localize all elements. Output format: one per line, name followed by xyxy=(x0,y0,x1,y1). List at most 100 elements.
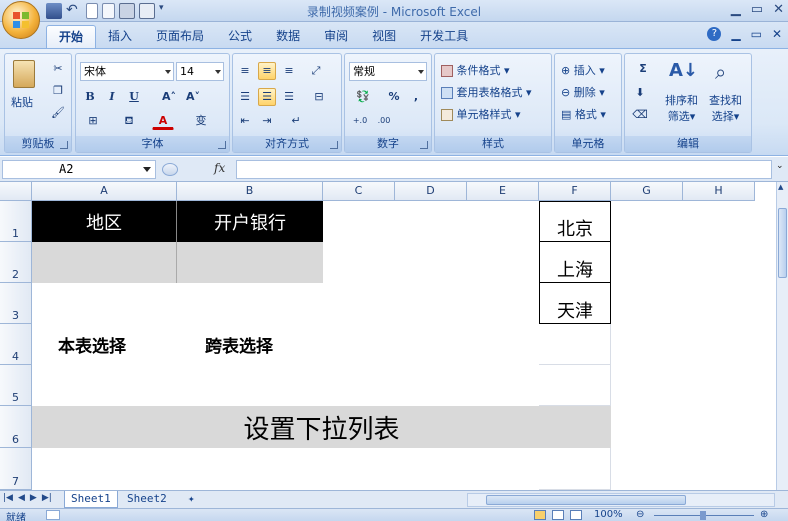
zoom-level[interactable]: 100% xyxy=(594,509,623,520)
row-header-3[interactable]: 3 xyxy=(0,283,32,324)
column-header-D[interactable]: D xyxy=(395,182,467,201)
name-box[interactable]: A2 xyxy=(2,160,156,179)
cut-icon[interactable]: ✂ xyxy=(49,60,67,78)
column-header-B[interactable]: B xyxy=(177,182,323,201)
next-sheet-icon[interactable]: ▶ xyxy=(30,493,37,503)
help-icon[interactable]: ? xyxy=(707,27,722,41)
align-left-icon[interactable]: ☰ xyxy=(236,88,254,106)
macro-record-icon[interactable] xyxy=(46,510,60,520)
row-header-5[interactable]: 5 xyxy=(0,365,32,406)
insert-sheet-icon[interactable]: ✦ xyxy=(182,491,206,508)
zoom-slider-handle[interactable] xyxy=(700,511,706,520)
font-name-combo[interactable]: 宋体 xyxy=(80,62,174,81)
row-header-7[interactable]: 7 xyxy=(0,448,32,490)
cell-B2[interactable] xyxy=(177,242,323,283)
normal-view-icon[interactable] xyxy=(534,510,546,520)
borders-icon[interactable]: ⊞ xyxy=(81,112,105,130)
alignment-launcher-icon[interactable] xyxy=(330,141,338,149)
number-format-combo[interactable]: 常规 xyxy=(349,62,427,81)
page-layout-view-icon[interactable] xyxy=(552,510,564,520)
copy-icon[interactable]: ❐ xyxy=(49,82,67,100)
column-header-F[interactable]: F xyxy=(539,182,611,201)
orientation-icon[interactable]: ⤢ xyxy=(307,62,325,80)
cell-F2[interactable]: 上海 xyxy=(539,242,611,283)
grow-font-button[interactable]: A˄ xyxy=(158,88,180,106)
tab-7[interactable]: 开发工具 xyxy=(408,25,480,48)
tab-3[interactable]: 公式 xyxy=(216,25,264,48)
vertical-scrollbar[interactable]: ▲ xyxy=(776,182,788,490)
scroll-up-icon[interactable]: ▲ xyxy=(778,183,787,193)
cell-A4[interactable]: 本表选择 xyxy=(32,324,177,365)
find-select-icon[interactable]: ⌕ xyxy=(715,60,741,86)
wrap-text-icon[interactable]: ↵ xyxy=(285,112,307,130)
tab-0[interactable]: 开始 xyxy=(46,25,97,48)
close-icon[interactable]: ✕ xyxy=(773,2,784,17)
first-sheet-icon[interactable]: |◀ xyxy=(3,493,13,503)
select-all-corner[interactable] xyxy=(0,182,32,201)
column-header-A[interactable]: A xyxy=(32,182,177,201)
italic-button[interactable]: I xyxy=(103,88,121,106)
horizontal-scroll-thumb[interactable] xyxy=(486,495,686,505)
column-header-H[interactable]: H xyxy=(683,182,755,201)
row-header-4[interactable]: 4 xyxy=(0,324,32,365)
font-color-button[interactable]: A xyxy=(152,112,174,130)
cell-F1[interactable]: 北京 xyxy=(539,201,611,242)
merge-center-icon[interactable]: ⊟ xyxy=(307,88,331,106)
ribbon-close-icon[interactable]: ✕ xyxy=(772,27,782,41)
vertical-scroll-thumb[interactable] xyxy=(778,208,787,278)
autosum-button[interactable]: Σ xyxy=(631,60,655,78)
font-size-combo[interactable]: 14 xyxy=(176,62,224,81)
decrease-indent-icon[interactable]: ⇤ xyxy=(236,112,254,130)
fill-color-icon[interactable]: ⛾ xyxy=(116,112,142,130)
font-launcher-icon[interactable] xyxy=(218,141,226,149)
increase-indent-icon[interactable]: ⇥ xyxy=(258,112,276,130)
formula-expand-icon[interactable]: ⌄ xyxy=(776,161,786,178)
prev-sheet-icon[interactable]: ◀ xyxy=(18,493,25,503)
align-middle-icon[interactable]: ≡ xyxy=(258,62,276,80)
sheet-tab-sheet1[interactable]: Sheet1 xyxy=(64,491,118,508)
formula-input[interactable] xyxy=(236,160,772,179)
horizontal-scrollbar[interactable] xyxy=(467,493,775,507)
row-header-1[interactable]: 1 xyxy=(0,201,32,242)
percent-button[interactable]: % xyxy=(385,88,403,106)
cell-F3[interactable]: 天津 xyxy=(539,283,611,324)
ribbon-minimize-icon[interactable]: ▁ xyxy=(731,27,740,41)
column-header-C[interactable]: C xyxy=(323,182,395,201)
bold-button[interactable]: B xyxy=(81,88,99,106)
align-top-icon[interactable]: ≡ xyxy=(236,62,254,80)
align-bottom-icon[interactable]: ≡ xyxy=(280,62,298,80)
tab-6[interactable]: 视图 xyxy=(360,25,408,48)
comma-button[interactable]: , xyxy=(407,88,425,106)
zoom-out-icon[interactable]: ⊖ xyxy=(636,509,644,520)
fill-icon[interactable]: ⬇ xyxy=(631,84,649,102)
insert-function-button[interactable]: fx xyxy=(214,161,225,175)
page-break-view-icon[interactable] xyxy=(570,510,582,520)
tab-5[interactable]: 审阅 xyxy=(312,25,360,48)
clipboard-launcher-icon[interactable] xyxy=(60,141,68,149)
sort-filter-icon[interactable]: A↓ xyxy=(669,60,698,86)
insert-cells-button[interactable]: ⊕ 插入 ▾ xyxy=(561,62,605,78)
row-header-2[interactable]: 2 xyxy=(0,242,32,283)
zoom-in-icon[interactable]: ⊕ xyxy=(760,509,768,520)
format-cells-button[interactable]: ▤ 格式 ▾ xyxy=(561,106,606,122)
column-header-E[interactable]: E xyxy=(467,182,539,201)
column-header-G[interactable]: G xyxy=(611,182,683,201)
name-box-dropdown-icon[interactable] xyxy=(143,167,151,172)
tab-1[interactable]: 插入 xyxy=(96,25,144,48)
phonetic-button[interactable]: 变 xyxy=(188,112,214,130)
conditional-format-button[interactable]: 条件格式 ▾ xyxy=(441,62,510,78)
cell-A2[interactable] xyxy=(32,242,177,283)
shrink-font-button[interactable]: A˅ xyxy=(182,88,204,106)
delete-cells-button[interactable]: ⊖ 删除 ▾ xyxy=(561,84,605,100)
cell-B4[interactable]: 跨表选择 xyxy=(177,324,323,365)
office-button[interactable] xyxy=(2,1,40,39)
last-sheet-icon[interactable]: ▶| xyxy=(42,493,52,503)
clear-icon[interactable]: ⌫ xyxy=(631,106,649,124)
currency-icon[interactable]: 💱 xyxy=(349,88,377,106)
paste-icon[interactable] xyxy=(13,60,35,88)
tab-2[interactable]: 页面布局 xyxy=(144,25,216,48)
row-header-6[interactable]: 6 xyxy=(0,406,32,448)
paste-button[interactable]: 粘贴 xyxy=(11,94,33,110)
decrease-decimal-icon[interactable]: .00 xyxy=(373,112,395,130)
cell-styles-button[interactable]: 单元格样式 ▾ xyxy=(441,106,521,122)
